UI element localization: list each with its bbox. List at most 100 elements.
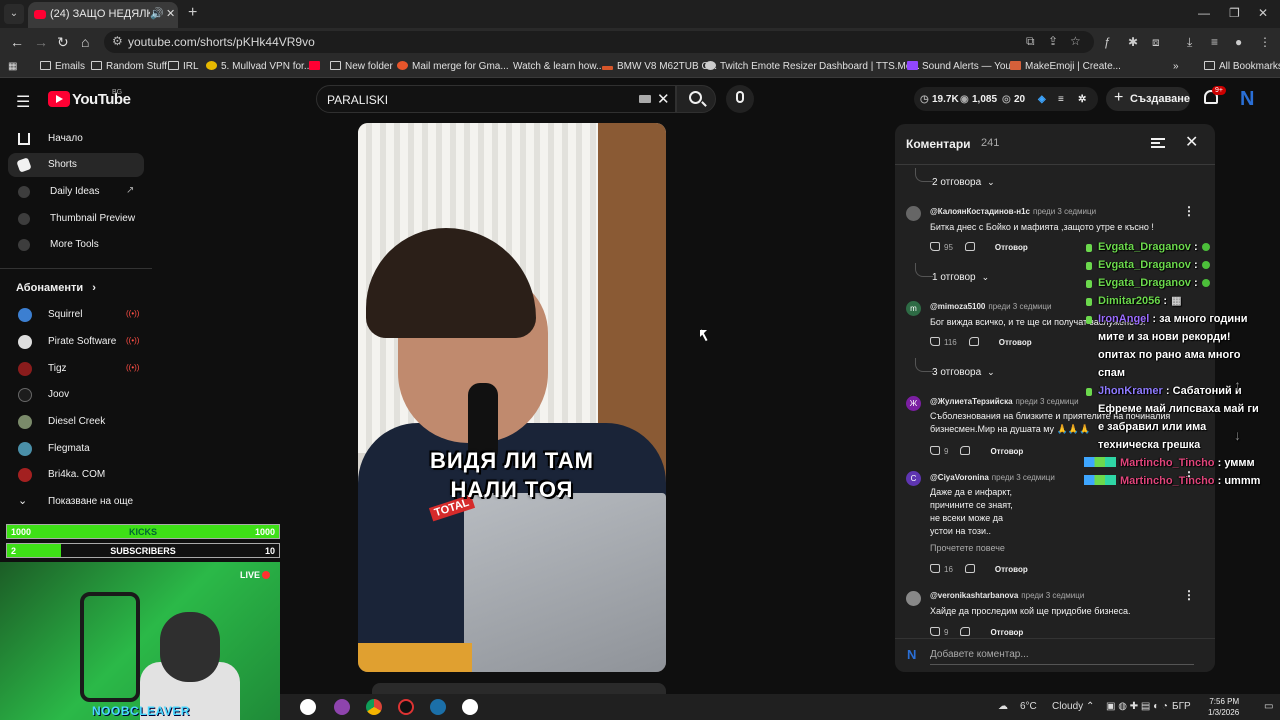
input-language[interactable]: БГР (1172, 701, 1191, 712)
sidebar-item-home[interactable]: Начало (8, 127, 144, 151)
address-bar[interactable]: ⚙ youtube.com/shorts/pKHk44VR9vo ⧉ ⇪ ☆ (104, 31, 1094, 53)
comment-author[interactable]: @CiyaVoronina преди 3 седмици (930, 473, 1055, 482)
reply-button[interactable]: Отговор (995, 565, 1028, 574)
back-icon[interactable]: ← (10, 34, 24, 50)
close-comments-icon[interactable]: ✕ (1185, 132, 1198, 152)
bookmark-twitch-emote[interactable]: Twitch Emote Resizer (705, 61, 817, 72)
forward-icon[interactable]: → (34, 34, 48, 50)
bookmark-bmw[interactable]: BMW V8 M62TUB C... (602, 61, 717, 72)
like-icon[interactable] (930, 627, 940, 636)
apps-grid-icon[interactable]: ▦ (8, 61, 17, 72)
reply-button[interactable]: Отговор (990, 628, 1023, 637)
avatar[interactable]: m (906, 301, 921, 316)
like-icon[interactable] (930, 337, 940, 346)
comment-author[interactable]: @veronikashtarbanova преди 3 седмици (930, 591, 1084, 600)
like-icon[interactable] (930, 242, 940, 251)
avatar[interactable] (906, 591, 921, 606)
browser-tab-active[interactable]: (24) ЗАЩО НЕДЯЛКО НАХ... 🔊 ✕ (28, 2, 178, 28)
browser-menu-icon[interactable]: ⋮ (1259, 35, 1271, 49)
comment-author[interactable]: @ЖулиетаТерзийска преди 3 седмици (930, 397, 1079, 406)
stream-stats-widget[interactable]: ◷ 19.7K ◉ 1,085 ◎ 20 ◈ ≡ ✲ (914, 87, 1098, 111)
read-more-link[interactable]: Прочетете повече (930, 543, 1005, 553)
sort-icon[interactable] (1151, 138, 1165, 148)
previous-short-icon[interactable]: ↑ (1234, 376, 1241, 394)
extension-f-icon[interactable]: ƒ (1104, 35, 1111, 49)
speaker-icon[interactable]: 🔊 (150, 7, 164, 20)
shorts-video-player[interactable]: TOTAL ВИДЯ ЛИ ТАМ НАЛИ ТОЯ (358, 123, 666, 672)
download-icon[interactable]: ⤓ (1187, 35, 1192, 50)
tray-app-icons[interactable]: ▣ ◍ ✚ ▤ ◐ ◔ (1106, 701, 1168, 712)
weather-condition[interactable]: Cloudy (1052, 701, 1083, 712)
install-app-icon[interactable]: ⇪ (1048, 34, 1058, 48)
comment-author[interactable]: @mimoza5100 преди 3 седмици (930, 302, 1051, 311)
bookmark-watch-learn[interactable]: Watch & learn how... (498, 61, 604, 72)
replies-toggle[interactable]: 1 отговор ⌄ (932, 272, 989, 283)
reply-button[interactable]: Отговор (999, 338, 1032, 347)
dislike-icon[interactable] (960, 446, 971, 455)
tab-search-icon[interactable]: ⌄ (4, 4, 24, 24)
sidebar-item-more-tools[interactable]: More Tools (8, 233, 144, 257)
sidebar-item-thumbnail-preview[interactable]: Thumbnail Preview (8, 207, 144, 231)
bookmark-makeemoji[interactable]: MakeEmoji | Create... (1010, 61, 1121, 72)
sidebar-show-more[interactable]: ⌄ Показване на още (8, 490, 144, 514)
keyboard-icon[interactable] (639, 95, 651, 103)
extension-icon[interactable]: ✱ (1128, 35, 1138, 49)
next-short-icon[interactable]: ↓ (1234, 426, 1241, 444)
taskbar-app-g-icon[interactable] (300, 699, 316, 715)
avatar[interactable]: C (906, 471, 921, 486)
minimize-icon[interactable]: — (1198, 6, 1210, 20)
comment-menu-icon[interactable]: ⋮ (1183, 588, 1195, 602)
bookmark-sound-alerts[interactable]: Sound Alerts — You... (907, 61, 1019, 72)
all-bookmarks[interactable]: All Bookmarks (1204, 61, 1280, 72)
translate-icon[interactable]: ⧉ (1026, 34, 1035, 49)
site-info-icon[interactable]: ⚙ (112, 34, 123, 48)
bookmark-mail-merge[interactable]: Mail merge for Gma... (397, 61, 509, 72)
bookmark-irl[interactable]: IRL (168, 61, 199, 72)
bookmark-star-icon[interactable]: ☆ (1070, 34, 1081, 48)
youtube-logo-icon[interactable] (48, 91, 70, 107)
bookmark-new-folder[interactable]: New folder (330, 61, 393, 72)
account-avatar[interactable]: N (1240, 88, 1254, 111)
clock[interactable]: 7:56 PM 1/3/2026 (1208, 696, 1239, 718)
dislike-icon[interactable] (960, 627, 971, 636)
subscriptions-heading[interactable]: Абонаменти › (16, 282, 96, 294)
reply-button[interactable]: Отговор (995, 243, 1028, 252)
add-comment-input[interactable]: Добавете коментар... (930, 649, 1029, 660)
bookmark-mullvad[interactable]: 5. Mullvad VPN for... (206, 61, 312, 72)
home-icon[interactable]: ⌂ (81, 34, 89, 50)
sidebar-sub-flegmata[interactable]: Flegmata (8, 437, 144, 461)
reply-button[interactable]: Отговор (990, 447, 1023, 456)
sidebar-item-daily-ideas[interactable]: Daily Ideas ↗ (8, 180, 144, 204)
sidebar-sub-pirate-software[interactable]: Pirate Software ((•)) (8, 330, 144, 354)
restore-icon[interactable]: ❐ (1229, 6, 1240, 20)
steam-icon[interactable] (430, 699, 446, 715)
taskbar-app-icon[interactable] (334, 699, 350, 715)
dislike-icon[interactable] (964, 564, 975, 573)
media-control-icon[interactable]: ≡ (1211, 35, 1218, 49)
obs-icon[interactable] (398, 699, 414, 715)
voice-search-button[interactable] (726, 85, 754, 113)
replies-toggle[interactable]: 2 отговора ⌄ (932, 177, 995, 188)
create-button[interactable]: + Създаване (1106, 87, 1190, 111)
weather-temperature[interactable]: 6°C (1020, 701, 1037, 712)
new-tab-icon[interactable]: + (188, 4, 197, 22)
close-window-icon[interactable]: ✕ (1258, 6, 1268, 20)
avatar[interactable] (906, 206, 921, 221)
like-icon[interactable] (930, 446, 940, 455)
comment-menu-icon[interactable]: ⋮ (1183, 204, 1195, 218)
like-icon[interactable] (930, 564, 940, 573)
sidebar-sub-bri4ka[interactable]: Bri4ka. COM (8, 463, 144, 487)
reload-icon[interactable]: ↻ (57, 34, 69, 51)
sidebar-item-shorts[interactable]: Shorts (8, 153, 144, 177)
avatar[interactable]: Ж (906, 396, 921, 411)
profile-icon[interactable]: ● (1235, 35, 1242, 49)
bookmark-random-stuff[interactable]: Random Stuff (91, 61, 167, 72)
close-tab-icon[interactable]: ✕ (166, 7, 175, 20)
tray-overflow-icon[interactable]: ⌃ (1086, 701, 1094, 712)
comment-author[interactable]: @КалоянКостадинов-н1с преди 3 седмици (930, 207, 1096, 216)
bookmark-tts[interactable]: Dashboard | TTS.Mo... (804, 61, 920, 72)
chrome-icon[interactable] (366, 699, 382, 715)
search-button[interactable] (676, 85, 716, 113)
sidebar-sub-tigz[interactable]: Tigz ((•)) (8, 357, 144, 381)
sidebar-sub-diesel-creek[interactable]: Diesel Creek (8, 410, 144, 434)
